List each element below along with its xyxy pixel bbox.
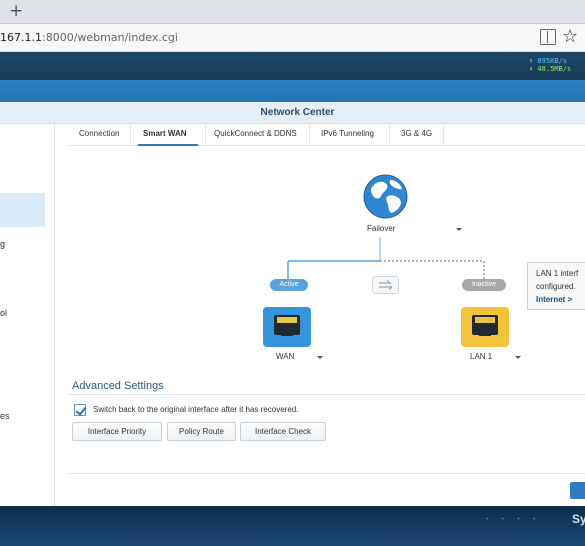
new-tab-button[interactable]: + <box>9 1 23 21</box>
active-badge: Active <box>270 279 308 291</box>
tab-divider <box>389 125 390 145</box>
apply-button[interactable] <box>570 482 585 499</box>
lan-port-icon <box>461 307 509 347</box>
sidebar-item-label[interactable]: g <box>0 239 5 249</box>
dsm-taskbar <box>0 80 585 102</box>
tooltip-line: configured. <box>536 282 576 291</box>
browser-tab-strip: + <box>0 0 585 24</box>
interface-tooltip: LAN 1 interf configured. Internet > <box>527 262 585 310</box>
dsm-top-bar <box>0 52 585 80</box>
reading-view-icon[interactable] <box>540 29 556 45</box>
favorite-star-icon[interactable]: ☆ <box>562 26 578 47</box>
switch-back-label[interactable]: Switch back to the original interface af… <box>93 405 298 414</box>
switch-back-checkbox[interactable] <box>74 404 86 416</box>
upload-speed: ⬆ 895KB/s <box>529 57 567 65</box>
inactive-badge: Inactive <box>462 279 506 291</box>
tab-quickconnect-ddns[interactable]: QuickConnect & DDNS <box>214 129 297 138</box>
brand-logo: Sy <box>572 512 585 526</box>
sidebar <box>0 124 55 506</box>
download-speed: ⬇ 48.5MB/s <box>529 65 572 73</box>
wan-port-icon <box>263 307 311 347</box>
section-divider <box>68 394 585 395</box>
url-text[interactable]: 167.1.1:8000/webman/index.cgi <box>0 31 178 44</box>
window-title: Network Center <box>260 107 335 118</box>
sidebar-item-selected[interactable] <box>0 193 45 227</box>
advanced-settings-heading: Advanced Settings <box>72 380 164 392</box>
swap-arrows-icon <box>379 280 393 290</box>
interface-priority-button[interactable]: Interface Priority <box>72 422 162 441</box>
lan-dropdown-caret-icon[interactable] <box>515 356 521 359</box>
tab-divider <box>309 125 310 145</box>
lan-interface-label[interactable]: LAN 1 <box>470 352 492 361</box>
mode-dropdown-caret-icon[interactable] <box>456 228 462 231</box>
tooltip-internet-link[interactable]: Internet > <box>536 293 585 306</box>
network-speed-widget: ⬆ 895KB/s ⬇ 48.5MB/s <box>529 57 571 73</box>
mode-selector-label[interactable]: Failover <box>367 224 395 233</box>
tab-3g-4g[interactable]: 3G & 4G <box>401 129 432 138</box>
sidebar-item-label[interactable]: es <box>0 411 10 421</box>
address-bar[interactable]: 167.1.1:8000/webman/index.cgi ☆ <box>0 24 585 52</box>
url-host: 167.1.1 <box>0 31 42 44</box>
url-path: :8000/webman/index.cgi <box>42 31 178 44</box>
tab-divider <box>443 125 444 145</box>
tab-smart-wan[interactable]: Smart WAN <box>143 129 187 138</box>
interface-check-button[interactable]: Interface Check <box>240 422 326 441</box>
tooltip-line: LAN 1 interf <box>536 269 579 278</box>
sidebar-item-label[interactable]: ol <box>0 308 7 318</box>
swap-interfaces-button[interactable] <box>372 276 399 294</box>
policy-route-button[interactable]: Policy Route <box>167 422 236 441</box>
desktop-decoration: • • • • <box>486 517 542 523</box>
wan-interface-label[interactable]: WAN <box>276 352 294 361</box>
tab-ipv6-tunneling[interactable]: IPv6 Tunneling <box>321 129 374 138</box>
active-tab-indicator <box>138 144 198 146</box>
footer-divider <box>68 473 585 474</box>
tab-connection[interactable]: Connection <box>79 129 119 138</box>
tab-divider <box>205 125 206 145</box>
internet-globe-icon <box>363 174 408 219</box>
dsm-desktop-background: Sy <box>0 506 585 546</box>
tab-divider <box>130 125 131 145</box>
wan-dropdown-caret-icon[interactable] <box>317 356 323 359</box>
